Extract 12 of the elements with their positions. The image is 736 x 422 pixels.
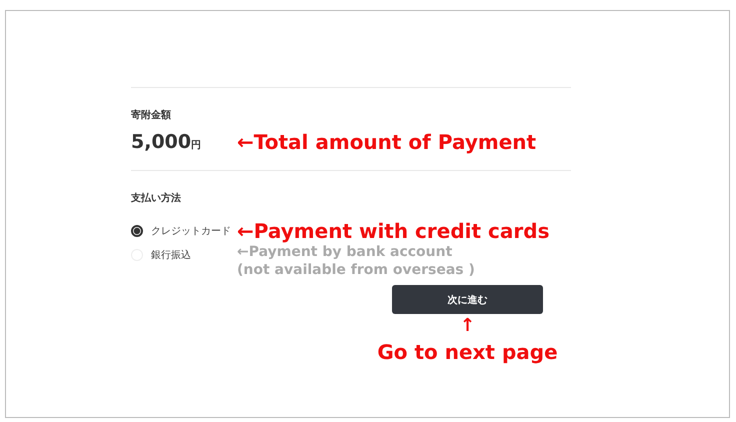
arrow-icon: ↑ [460,316,476,336]
annotation-text: Go to next page [377,340,558,364]
radio-button[interactable] [131,225,143,237]
radio-option[interactable]: クレジットカード [131,219,237,243]
radio-option[interactable]: 銀行振込 [131,243,237,267]
amount-value: 5,000円 [131,131,202,153]
annotation-text: ←Payment by bank account (not available from overseas ) [237,243,475,279]
section-label: 支払い方法 [131,191,182,205]
next-button[interactable]: 次に進む [392,285,543,314]
annotation-text: ←Total amount of Payment [237,130,536,154]
annotation-text: ←Payment with credit cards [237,219,550,243]
section-label: 寄附金額 [131,108,172,122]
